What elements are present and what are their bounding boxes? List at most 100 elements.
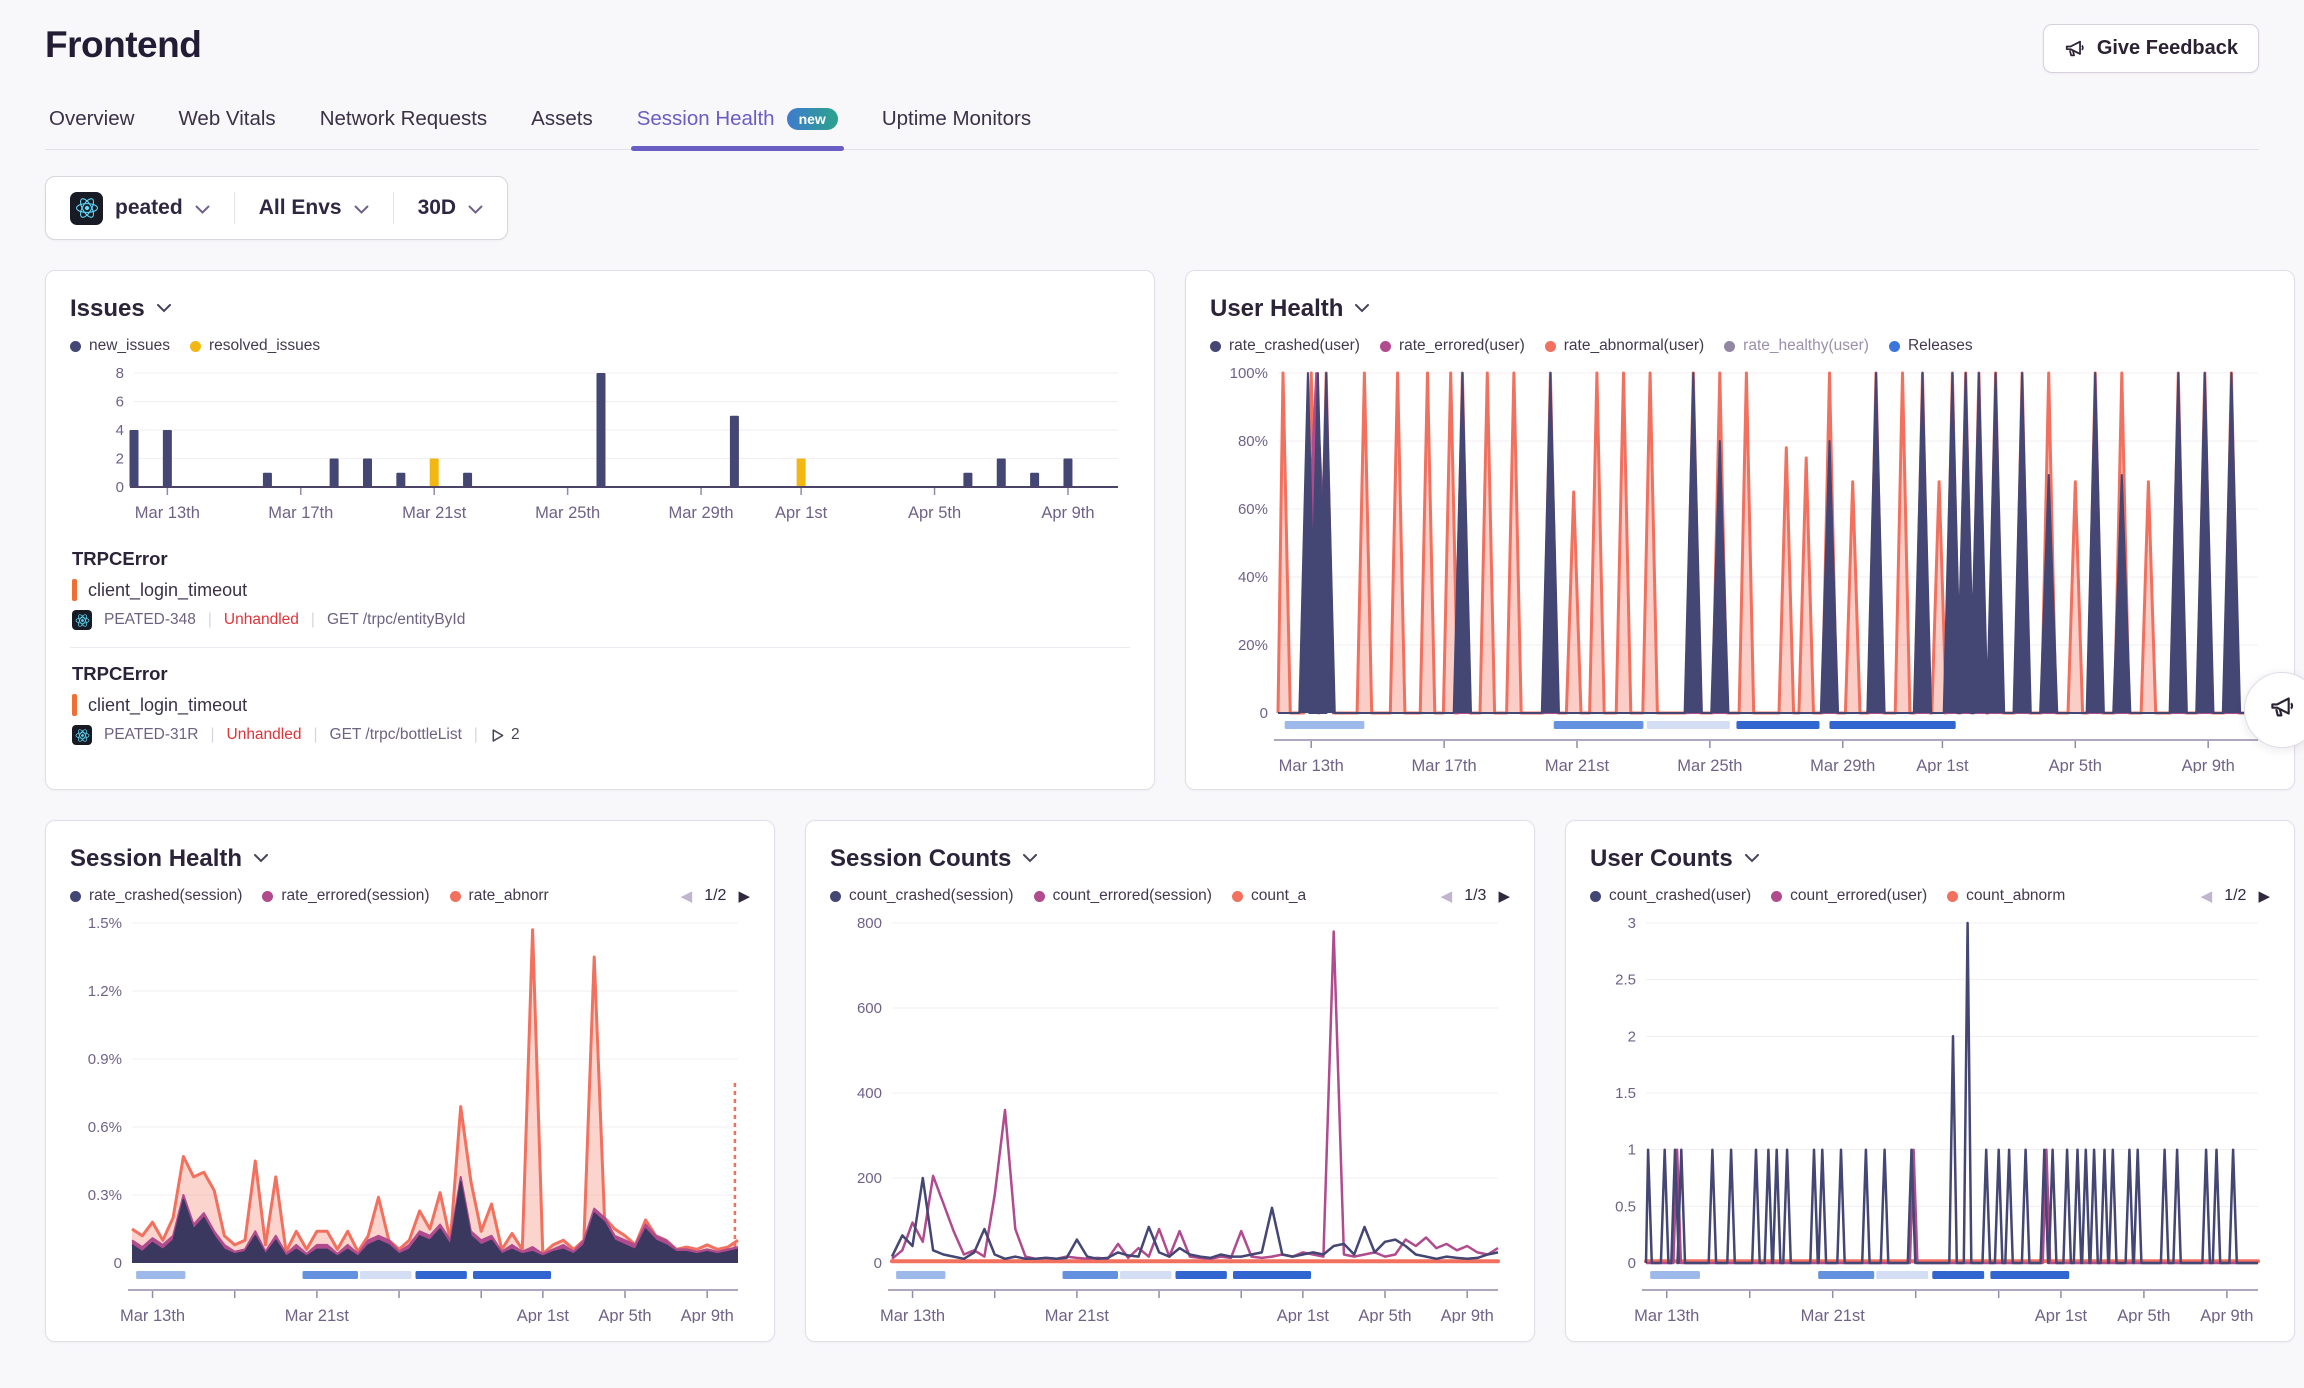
svg-text:Mar 13th: Mar 13th xyxy=(1279,757,1344,773)
svg-text:1.5: 1.5 xyxy=(1615,1085,1636,1102)
tab-assets[interactable]: Assets xyxy=(529,101,595,149)
page-title: Frontend xyxy=(45,24,201,66)
user-counts-legend: count_crashed(user) count_errored(user) co… xyxy=(1590,883,2270,909)
legend-item-resolved-issues[interactable]: resolved_issues xyxy=(190,337,320,355)
pager-next-icon[interactable]: ▶ xyxy=(1498,889,1510,904)
react-project-icon xyxy=(72,610,92,630)
tab-label: Overview xyxy=(49,107,134,131)
session-counts-legend: count_crashed(session) count_errored(sess… xyxy=(830,883,1510,909)
legend-item-rate-healthy-user-[interactable]: rate_healthy(user) xyxy=(1724,337,1869,355)
pager-prev-icon[interactable]: ◀ xyxy=(2201,889,2213,904)
meta-divider: | xyxy=(311,611,315,629)
svg-text:Apr 1st: Apr 1st xyxy=(775,504,828,522)
legend-item-count-abnorm[interactable]: count_abnorm xyxy=(1947,887,2065,905)
tab-uptime-monitors[interactable]: Uptime Monitors xyxy=(880,101,1033,149)
bottom-panels-row: Session Health rate_crashed(session) rate… xyxy=(45,820,2259,1342)
legend-dot-icon xyxy=(190,341,201,352)
issue-replay-count[interactable]: 2 xyxy=(490,726,520,744)
legend-label: count_errored(session) xyxy=(1053,887,1212,905)
svg-text:1: 1 xyxy=(1628,1142,1636,1159)
svg-text:Apr 5th: Apr 5th xyxy=(2117,1307,2170,1323)
session-health-panel: Session Health rate_crashed(session) rate… xyxy=(45,820,775,1342)
issue-short-id[interactable]: PEATED-31R xyxy=(104,726,198,744)
issue-culprit-label[interactable]: client_login_timeout xyxy=(88,580,247,601)
issue-unhandled-tag: Unhandled xyxy=(227,726,302,744)
legend-item-count-a[interactable]: count_a xyxy=(1232,887,1306,905)
legend-dot-icon xyxy=(1947,891,1958,902)
tab-session-health[interactable]: Session Health new xyxy=(635,101,840,149)
issues-chart: 02468Mar 13thMar 17thMar 21stMar 25thMar… xyxy=(70,361,1132,533)
svg-text:600: 600 xyxy=(857,1000,882,1017)
page-header: Frontend Give Feedback xyxy=(45,0,2259,73)
tab-overview[interactable]: Overview xyxy=(47,101,136,149)
new-badge: new xyxy=(787,108,838,130)
chevron-down-icon xyxy=(1023,850,1037,868)
legend-item-rate-abnormal-user-[interactable]: rate_abnormal(user) xyxy=(1545,337,1704,355)
svg-text:Apr 9th: Apr 9th xyxy=(1441,1307,1494,1323)
legend-item-rate-crashed-user-[interactable]: rate_crashed(user) xyxy=(1210,337,1360,355)
svg-text:Mar 29th: Mar 29th xyxy=(668,504,733,522)
pager-next-icon[interactable]: ▶ xyxy=(2258,889,2270,904)
legend-item-rate-crashed-session-[interactable]: rate_crashed(session) xyxy=(70,887,242,905)
svg-text:Mar 21st: Mar 21st xyxy=(1545,757,1610,773)
pager-prev-icon[interactable]: ◀ xyxy=(681,889,693,904)
svg-text:0.6%: 0.6% xyxy=(88,1119,122,1136)
svg-text:Apr 9th: Apr 9th xyxy=(1041,504,1094,522)
issue-row: TRPCErrorclient_login_timeoutPEATED-31R|… xyxy=(70,647,1130,762)
issue-culprit-label[interactable]: client_login_timeout xyxy=(88,695,247,716)
legend-item-count-errored-user-[interactable]: count_errored(user) xyxy=(1771,887,1927,905)
legend-dot-icon xyxy=(450,891,461,902)
chevron-down-icon xyxy=(1745,850,1759,868)
environment-filter[interactable]: All Envs xyxy=(235,177,393,239)
svg-text:1.5%: 1.5% xyxy=(88,915,122,932)
tab-web-vitals[interactable]: Web Vitals xyxy=(176,101,277,149)
session-counts-panel: Session Counts count_crashed(session)cou… xyxy=(805,820,1535,1342)
date-range-filter[interactable]: 30D xyxy=(394,177,508,239)
legend-label: new_issues xyxy=(89,337,170,355)
error-level-bar xyxy=(72,579,77,601)
legend-item-releases[interactable]: Releases xyxy=(1889,337,1973,355)
svg-text:1.2%: 1.2% xyxy=(88,983,122,1000)
legend-item-rate-errored-user-[interactable]: rate_errored(user) xyxy=(1380,337,1525,355)
user-counts-panel-title-dropdown[interactable]: User Counts xyxy=(1590,845,2270,873)
legend-dot-icon xyxy=(1034,891,1045,902)
svg-text:Apr 1st: Apr 1st xyxy=(517,1307,570,1323)
page-filter-bar: peated All Envs 30D xyxy=(45,176,508,240)
issue-error-type[interactable]: TRPCError xyxy=(72,548,1128,570)
give-feedback-button[interactable]: Give Feedback xyxy=(2043,24,2259,73)
tab-label: Session Health xyxy=(637,107,775,131)
tab-label: Web Vitals xyxy=(178,107,275,131)
svg-text:Mar 13th: Mar 13th xyxy=(135,504,200,522)
session-health-panel-title-dropdown[interactable]: Session Health xyxy=(70,845,750,873)
legend-dot-icon xyxy=(1889,341,1900,352)
session-counts-panel-title-dropdown[interactable]: Session Counts xyxy=(830,845,1510,873)
user-health-panel-title-dropdown[interactable]: User Health xyxy=(1210,295,2270,323)
user-health-legend: rate_crashed(user) rate_errored(user) rate… xyxy=(1210,333,2270,359)
pager-next-icon[interactable]: ▶ xyxy=(738,889,750,904)
legend-item-count-errored-session-[interactable]: count_errored(session) xyxy=(1034,887,1212,905)
issue-error-type[interactable]: TRPCError xyxy=(72,663,1128,685)
legend-item-rate-abnorr[interactable]: rate_abnorr xyxy=(450,887,549,905)
legend-dot-icon xyxy=(70,891,81,902)
legend-label: rate_crashed(user) xyxy=(1229,337,1360,355)
tab-network-requests[interactable]: Network Requests xyxy=(318,101,489,149)
legend-dot-icon xyxy=(1210,341,1221,352)
svg-text:Mar 21st: Mar 21st xyxy=(285,1307,350,1323)
chevron-down-icon xyxy=(254,850,268,868)
issues-list: TRPCError client_login_timeout PEATED-348 |… xyxy=(70,533,1130,762)
issue-short-id[interactable]: PEATED-348 xyxy=(104,611,196,629)
user-health-chart: 020%40%60%80%100%Mar 13thMar 17thMar 21s… xyxy=(1210,361,2272,773)
pager-prev-icon[interactable]: ◀ xyxy=(1441,889,1453,904)
svg-text:6: 6 xyxy=(116,394,124,411)
legend-item-count-crashed-session-[interactable]: count_crashed(session) xyxy=(830,887,1014,905)
legend-label: count_a xyxy=(1251,887,1306,905)
legend-item-new-issues[interactable]: new_issues xyxy=(70,337,170,355)
legend-item-count-crashed-user-[interactable]: count_crashed(user) xyxy=(1590,887,1751,905)
project-filter[interactable]: peated xyxy=(46,177,234,239)
legend-item-rate-errored-session-[interactable]: rate_errored(session) xyxy=(262,887,429,905)
legend-pager: ◀1/2▶ xyxy=(681,887,750,905)
react-project-icon xyxy=(70,192,103,225)
issues-panel-title-dropdown[interactable]: Issues xyxy=(70,295,1130,323)
legend-dot-icon xyxy=(262,891,273,902)
svg-text:Apr 1st: Apr 1st xyxy=(2035,1307,2088,1323)
